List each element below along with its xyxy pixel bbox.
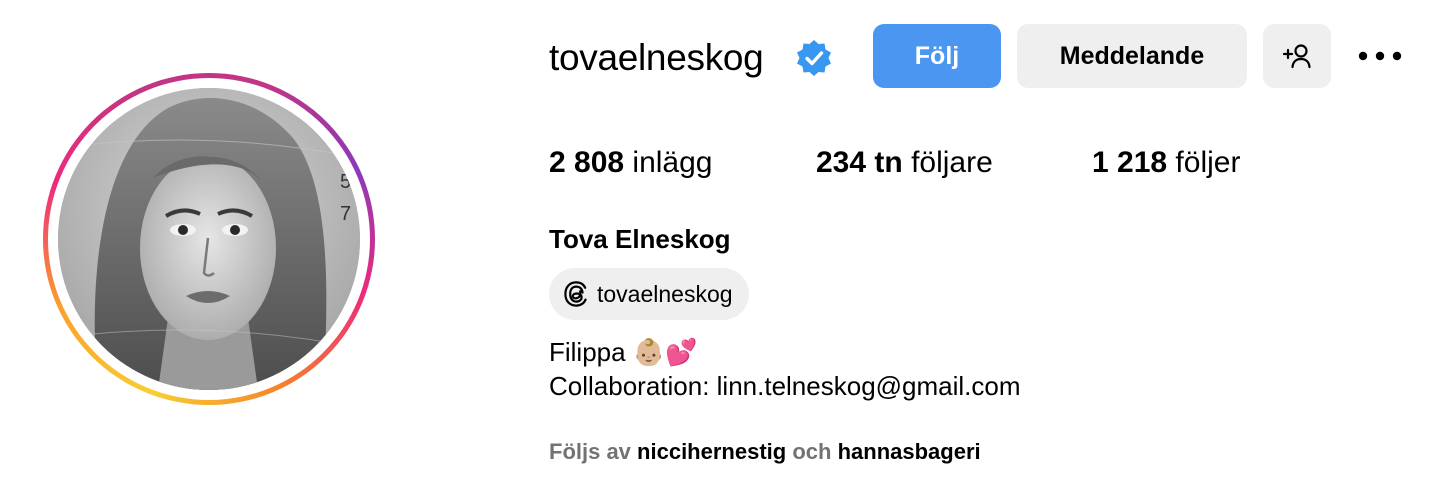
profile-header: 5 7 tovaelneskog Följ Meddelande 2 808 i… [0,0,1444,488]
following-count[interactable]: 1 218 följer [1092,142,1240,184]
avatar[interactable]: 5 7 [58,88,360,390]
svg-text:7: 7 [340,203,351,225]
posts-number: 2 808 [549,146,625,179]
followers-label: följare [911,146,993,179]
followed-by-prefix: Följs av [549,439,631,464]
threads-handle: tovaelneskog [597,280,733,307]
story-ring[interactable]: 5 7 [43,73,375,405]
message-button[interactable]: Meddelande [1017,24,1247,88]
threads-link[interactable]: tovaelneskog [549,268,749,320]
avatar-photo: 5 7 [58,88,360,390]
followers-count[interactable]: 234 tn följare [816,142,993,184]
mutual-follower-link-1[interactable]: niccihernestig [637,439,786,464]
verified-badge-icon [797,40,831,76]
mutual-follower-link-2[interactable]: hannasbageri [838,439,981,464]
more-options-button[interactable] [1356,36,1404,76]
follow-button[interactable]: Följ [873,24,1001,88]
followers-number: 234 tn [816,146,903,179]
more-options-icon [1358,51,1402,61]
threads-icon [564,281,587,307]
following-label: följer [1175,146,1241,179]
person-add-icon [1282,44,1311,69]
bio-line-1: Filippa 👶🏼💕 [549,337,698,367]
following-number: 1 218 [1092,146,1168,179]
posts-label: inlägg [632,146,713,179]
bio-line-2: Collaboration: linn.telneskog@gmail.com [549,371,1021,401]
suggested-accounts-button[interactable] [1263,24,1331,88]
followed-by-joiner: och [792,439,832,464]
followed-by[interactable]: Följs av niccihernestig och hannasbageri [549,437,981,467]
posts-count: 2 808 inlägg [549,142,713,184]
full-name: Tova Elneskog [549,224,731,254]
username: tovaelneskog [549,37,764,78]
